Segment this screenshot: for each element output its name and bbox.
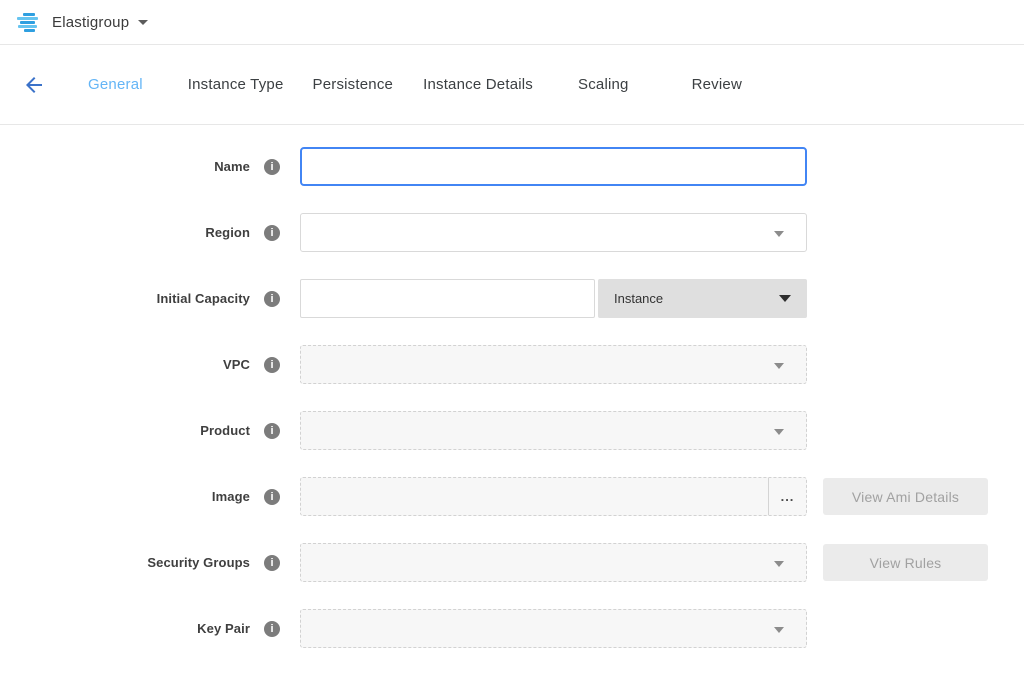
chevron-down-icon — [138, 20, 148, 25]
key-pair-select[interactable] — [300, 609, 807, 648]
security-groups-info-icon[interactable]: i — [264, 555, 280, 571]
chevron-down-icon — [774, 363, 784, 369]
form-row-key-pair: Key Pair i — [0, 609, 1024, 648]
initial-capacity-input[interactable] — [300, 279, 595, 318]
region-info-icon[interactable]: i — [264, 225, 280, 241]
form-row-region: Region i — [0, 213, 1024, 252]
app-title: Elastigroup — [52, 14, 129, 31]
region-select[interactable] — [300, 213, 807, 252]
capacity-unit-value: Instance — [614, 291, 663, 306]
wizard-tabs: General Instance Type Persistence Instan… — [88, 76, 742, 93]
key-pair-label: Key Pair — [0, 621, 250, 636]
chevron-down-icon — [774, 561, 784, 567]
chevron-down-icon — [774, 231, 784, 237]
product-select[interactable] — [300, 411, 807, 450]
security-groups-select[interactable] — [300, 543, 807, 582]
tab-general[interactable]: General — [88, 76, 143, 93]
form-row-product: Product i — [0, 411, 1024, 450]
image-info-icon[interactable]: i — [264, 489, 280, 505]
view-rules-button[interactable]: View Rules — [823, 544, 988, 581]
tab-persistence[interactable]: Persistence — [313, 76, 394, 93]
product-label: Product — [0, 423, 250, 438]
general-settings-form: Name i Region i Initial Capacity i Insta… — [0, 125, 1024, 648]
wizard-tab-bar: General Instance Type Persistence Instan… — [0, 45, 1024, 125]
vpc-label: VPC — [0, 357, 250, 372]
name-label: Name — [0, 159, 250, 174]
top-bar: Elastigroup — [0, 0, 1024, 45]
name-info-icon[interactable]: i — [264, 159, 280, 175]
vpc-info-icon[interactable]: i — [264, 357, 280, 373]
elastigroup-product-switcher[interactable]: Elastigroup — [16, 13, 148, 32]
view-ami-details-button[interactable]: View Ami Details — [823, 478, 988, 515]
capacity-unit-select[interactable]: Instance — [598, 279, 807, 318]
key-pair-info-icon[interactable]: i — [264, 621, 280, 637]
vpc-select[interactable] — [300, 345, 807, 384]
initial-capacity-label: Initial Capacity — [0, 291, 250, 306]
image-label: Image — [0, 489, 250, 504]
chevron-down-icon — [779, 295, 791, 302]
form-row-security-groups: Security Groups i View Rules — [0, 543, 1024, 582]
form-row-image: Image i ... View Ami Details — [0, 477, 1024, 516]
elastigroup-logo-icon — [16, 13, 42, 32]
initial-capacity-control: Instance — [300, 279, 807, 318]
name-input[interactable] — [300, 147, 807, 186]
name-control — [300, 147, 807, 186]
form-row-name: Name i — [0, 147, 1024, 186]
chevron-down-icon — [774, 627, 784, 633]
tab-scaling[interactable]: Scaling — [578, 76, 629, 93]
product-info-icon[interactable]: i — [264, 423, 280, 439]
security-groups-label: Security Groups — [0, 555, 250, 570]
tab-instance-type[interactable]: Instance Type — [188, 76, 284, 93]
region-label: Region — [0, 225, 250, 240]
image-input[interactable]: ... — [300, 477, 807, 516]
image-browse-button[interactable]: ... — [768, 478, 806, 515]
back-button[interactable] — [22, 73, 46, 97]
form-row-vpc: VPC i — [0, 345, 1024, 384]
initial-capacity-info-icon[interactable]: i — [264, 291, 280, 307]
tab-instance-details[interactable]: Instance Details — [423, 76, 533, 93]
form-row-initial-capacity: Initial Capacity i Instance — [0, 279, 1024, 318]
chevron-down-icon — [774, 429, 784, 435]
arrow-left-icon — [22, 73, 46, 97]
tab-review[interactable]: Review — [692, 76, 742, 93]
